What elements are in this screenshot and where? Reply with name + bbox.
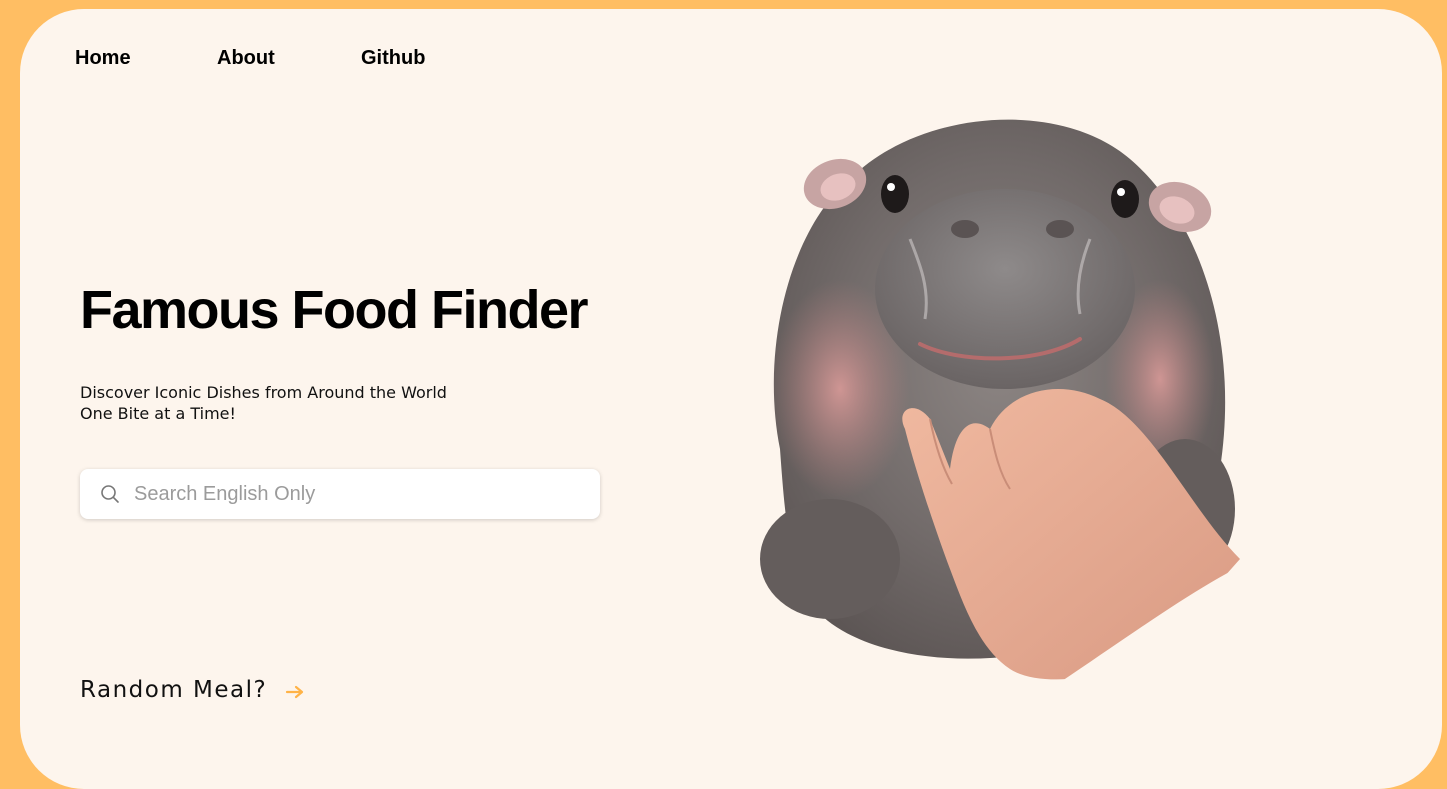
random-meal-label: Random Meal? [80, 677, 268, 703]
page-title: Famous Food Finder [80, 280, 589, 340]
nav-github-link[interactable]: Github [361, 47, 425, 70]
random-meal-link[interactable]: Random Meal? [80, 677, 305, 703]
nav-about-link[interactable]: About [217, 47, 361, 70]
top-nav: Home About Github [75, 47, 425, 70]
subtitle-line-1: Discover Iconic Dishes from Around the W… [80, 383, 447, 402]
search-bar[interactable] [80, 469, 600, 519]
search-icon [101, 485, 119, 503]
main-card: Home About Github Famous Food Finder Dis… [20, 9, 1442, 789]
search-input[interactable] [132, 481, 576, 507]
hero-image-baby-hippo [760, 119, 1280, 689]
nav-home-link[interactable]: Home [75, 47, 217, 70]
page-subtitle: Discover Iconic Dishes from Around the W… [80, 382, 447, 424]
arrow-right-icon [286, 685, 304, 699]
subtitle-line-2: One Bite at a Time! [80, 404, 236, 423]
